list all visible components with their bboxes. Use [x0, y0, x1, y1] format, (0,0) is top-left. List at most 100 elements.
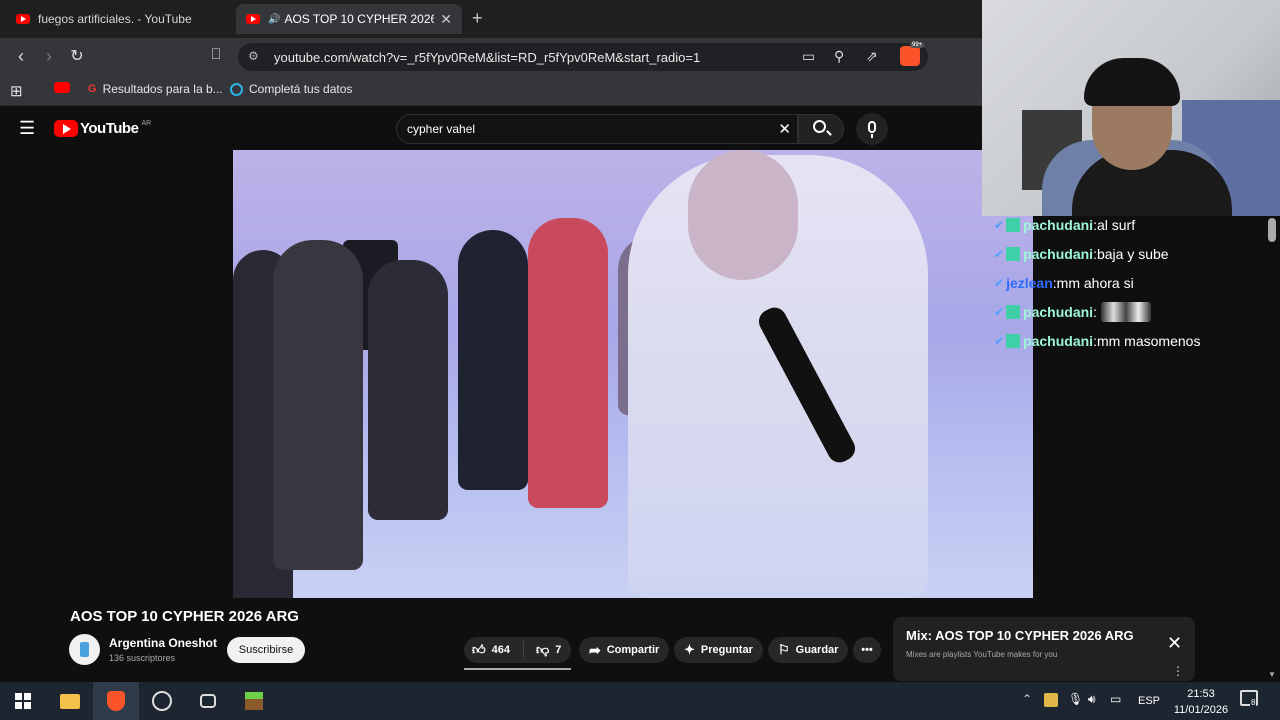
share-page-icon[interactable]: ⇗ [866, 48, 878, 65]
new-tab-button[interactable]: + [472, 8, 483, 29]
cast-icon[interactable]: ▭ [802, 48, 815, 65]
address-bar[interactable]: ⚙ youtube.com/watch?v=_r5fYpv0ReM&list=R… [238, 43, 928, 71]
chat-username: jezlean [1006, 274, 1053, 291]
site-info-icon[interactable]: ⚙ [248, 49, 259, 63]
windows-icon [15, 693, 31, 709]
like-button[interactable]: 👍︎ 464 [464, 641, 524, 659]
mix-playlist-panel [893, 617, 1195, 681]
person-figure [273, 240, 363, 570]
speaker-icon: 🔊 [268, 13, 281, 25]
bookmark-label: Resultados para la b... [102, 82, 223, 96]
voice-search-button[interactable] [856, 113, 888, 145]
mix-more-icon[interactable]: ⋮ [1172, 664, 1184, 678]
chat-text: baja y sube [1096, 245, 1169, 262]
bookmark-resultados[interactable]: G Resultados para la b... [88, 82, 223, 96]
channel-logo-icon [80, 642, 89, 657]
google-icon: G [88, 83, 97, 95]
save-button[interactable]: ⚐ Guardar [768, 637, 849, 663]
thumbs-down-icon: 👎︎ [536, 642, 550, 657]
scroll-down-icon[interactable]: ▼ [1268, 670, 1276, 679]
language-indicator[interactable]: ESP [1138, 695, 1160, 707]
save-label: Guardar [795, 644, 839, 656]
microphone-tray-icon[interactable]: 🎙︎ [1068, 692, 1083, 706]
region-code: AR [141, 120, 152, 127]
volume-icon[interactable]: 🔊︎ [1088, 692, 1096, 707]
search-value: cypher vahel [407, 122, 476, 136]
back-icon[interactable]: ‹ [10, 46, 32, 67]
sparkle-icon: ✦ [684, 642, 695, 657]
minecraft-taskbar-button[interactable] [231, 682, 277, 720]
tab-title: AOS TOP 10 CYPHER 2026 AR [284, 12, 435, 26]
apps-grid-icon[interactable]: ⊞ [10, 82, 23, 100]
app-taskbar-button[interactable] [185, 682, 231, 720]
tab-aos-cypher[interactable]: 🔊 AOS TOP 10 CYPHER 2026 AR ✕ [236, 4, 462, 34]
subscriber-badge-icon [1006, 217, 1021, 232]
mix-subtitle: Mixes are playlists YouTube makes for yo… [906, 650, 1058, 659]
reload-icon[interactable]: ↻ [66, 46, 88, 66]
dislike-button[interactable]: 👎︎ 7 [530, 642, 561, 658]
menu-icon[interactable]: ☰ [19, 118, 35, 139]
more-horizontal-icon: ••• [861, 644, 873, 656]
bookmark-youtube[interactable] [54, 82, 70, 93]
notification-count: 8 [1250, 698, 1257, 707]
tab-fuegos[interactable]: fuegos artificiales. - YouTube [6, 4, 232, 34]
circle-logo-icon [230, 82, 243, 96]
video-player[interactable] [233, 150, 1033, 598]
start-button[interactable] [0, 682, 46, 720]
youtube-logo[interactable]: YouTube AR [54, 120, 151, 137]
obs-icon [152, 691, 172, 711]
youtube-favicon-icon [16, 14, 30, 24]
obs-taskbar-button[interactable] [139, 682, 185, 720]
share-icon: ➦ [589, 641, 601, 658]
close-tab-icon[interactable]: ✕ [440, 11, 452, 28]
emote-image [1100, 301, 1151, 322]
chat-text: mm ahora si [1056, 274, 1134, 291]
tab-bar: fuegos artificiales. - YouTube 🔊 AOS TOP… [0, 0, 982, 38]
bookmarks-bar: ⊞ G Resultados para la b... Completá tus… [0, 76, 982, 106]
chat-username: pachudani [1023, 332, 1094, 349]
clock-time: 21:53 [1187, 688, 1215, 700]
tray-app-icon[interactable] [1044, 693, 1058, 707]
youtube-play-icon [54, 120, 78, 137]
clear-search-icon[interactable]: ✕ [778, 120, 791, 138]
youtube-favicon-icon [246, 14, 260, 24]
forward-icon[interactable]: › [38, 46, 60, 67]
search-input[interactable]: cypher vahel ✕ [396, 114, 798, 144]
chevron-up-icon[interactable]: ⌃ [1022, 692, 1032, 706]
person-figure [368, 260, 448, 520]
ask-button[interactable]: ✦ Preguntar [674, 637, 763, 663]
clock-date: 11/01/2026 [1173, 704, 1229, 716]
video-title: AOS TOP 10 CYPHER 2026 ARG [70, 608, 299, 625]
subscribe-button[interactable]: Suscribirse [227, 637, 305, 663]
brave-shield-icon[interactable]: 99+ [900, 42, 925, 66]
logo-text: YouTube [80, 120, 139, 137]
file-explorer-button[interactable] [47, 682, 93, 720]
verified-icon: ✔ [994, 304, 1005, 319]
share-button[interactable]: ➦ Compartir [579, 637, 670, 663]
chat-text: al surf [1096, 216, 1136, 233]
page-scrollbar[interactable] [1268, 218, 1276, 242]
like-bar [464, 668, 571, 670]
brave-taskbar-button[interactable] [93, 682, 139, 720]
notification-center-icon[interactable]: 8 [1240, 690, 1258, 707]
verified-icon: ✔ [994, 275, 1005, 290]
subscriber-badge-icon [1006, 304, 1021, 319]
close-mix-icon[interactable]: ✕ [1167, 633, 1182, 654]
zoom-icon[interactable]: ⚲ [834, 48, 844, 65]
clock[interactable]: 21:53 11/01/2026 [1168, 686, 1234, 718]
bookmark-icon[interactable]: ⎕ [205, 46, 227, 63]
person-figure [528, 218, 608, 508]
more-actions-button[interactable]: ••• [853, 637, 881, 663]
bookmark-completa[interactable]: Completá tus datos [230, 82, 352, 96]
chat-text: mm masomenos [1096, 332, 1201, 349]
channel-name[interactable]: Argentina Oneshot [109, 636, 217, 650]
youtube-favicon-icon [54, 82, 70, 93]
channel-avatar[interactable] [69, 634, 100, 665]
mix-title[interactable]: Mix: AOS TOP 10 CYPHER 2026 ARG [906, 628, 1134, 643]
chat-username: pachudani [1023, 303, 1094, 320]
search-button[interactable] [798, 114, 844, 144]
rapper-head [688, 150, 798, 280]
person-hair [1084, 58, 1180, 106]
network-icon[interactable]: ▭ [1110, 692, 1121, 706]
chat-username: pachudani [1023, 245, 1094, 262]
